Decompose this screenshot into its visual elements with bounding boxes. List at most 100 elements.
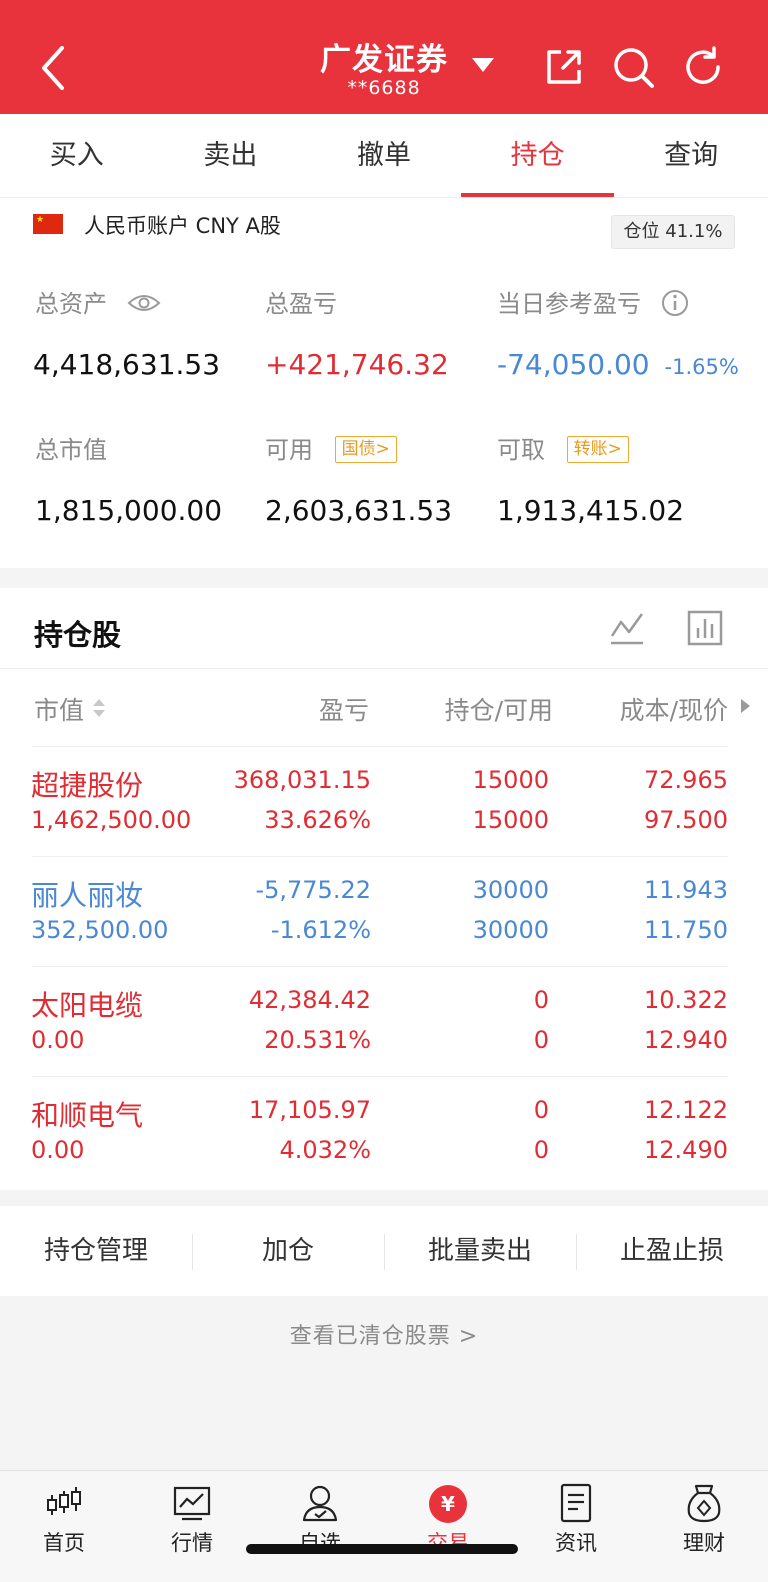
withdrawable-label-group: 可取 转账> [497,430,629,465]
china-flag-icon: ★ [33,214,63,234]
column-cost-price: 成本/现价 [619,696,728,725]
bar-chart-icon[interactable] [687,610,723,646]
stock-price: 97.500 [644,806,728,834]
yen-trade-icon: ¥ [429,1485,467,1523]
stock-name: 和顺电气 [31,1099,144,1132]
stock-market-value: 0.00 [31,1026,85,1054]
nav-watchlist[interactable]: 自选 [256,1471,384,1582]
search-icon[interactable] [610,44,656,90]
nav-news[interactable]: 资讯 [512,1471,640,1582]
total-pl-value: +421,746.32 [265,348,449,381]
treasury-bond-tag[interactable]: 国债> [334,435,397,463]
position-ratio-badge: 仓位 41.1% [611,215,735,249]
nav-label: 首页 [43,1531,85,1555]
info-icon[interactable] [661,289,689,317]
tab-query[interactable]: 查询 [614,114,768,197]
column-market-value[interactable]: 市值 [34,691,84,727]
nav-trade[interactable]: ¥ 交易 [384,1471,512,1582]
tab-positions[interactable]: 持仓 [460,114,615,197]
total-assets-value: 4,418,631.53 [33,348,221,381]
nav-label: 理财 [683,1531,725,1555]
watchlist-person-icon [302,1485,338,1522]
holdings-title: 持仓股 [34,618,122,652]
stock-name: 丽人丽妆 [31,879,144,912]
holding-actions-bar: 持仓管理 加仓 批量卖出 止盈止损 [0,1206,768,1296]
app-header: 广发证券 **6688 [0,0,768,114]
holding-row[interactable]: 超捷股份 1,462,500.00 368,031.15 33.626% 150… [0,746,768,856]
eye-icon[interactable] [127,292,161,314]
trade-tabs: 买入 卖出 撤单 持仓 查询 [0,114,768,198]
account-type: 人民币账户 CNY A股 [84,214,281,238]
stock-market-value: 352,500.00 [31,916,169,944]
stock-name: 太阳电缆 [31,989,144,1022]
column-pl: 盈亏 [318,696,369,725]
stock-cost: 12.122 [644,1096,728,1124]
nav-label: 行情 [171,1531,213,1555]
withdrawable-value: 1,913,415.02 [497,494,685,527]
stock-pl: 17,105.97 [248,1096,371,1124]
stock-available: 15000 [472,806,549,834]
share-icon[interactable] [541,44,587,90]
nav-market[interactable]: 行情 [128,1471,256,1582]
sort-icon[interactable] [92,697,106,719]
nav-wealth[interactable]: 理财 [640,1471,768,1582]
market-value-value: 1,815,000.00 [35,494,223,527]
account-summary: ★ 人民币账户 CNY A股 仓位 41.1% 总资产 4,418,631.53… [0,198,768,568]
manage-positions-button[interactable]: 持仓管理 [0,1206,192,1296]
column-hold-available: 持仓/可用 [444,696,553,725]
holding-row[interactable]: 太阳电缆 0.00 42,384.42 20.531% 0 0 10.322 1… [0,966,768,1076]
stock-available: 30000 [472,916,549,944]
stock-market-value: 0.00 [31,1136,85,1164]
daily-pl-value: -74,050.00 [497,348,650,381]
total-assets-label-group: 总资产 [35,284,161,319]
transfer-tag[interactable]: 转账> [566,435,629,463]
stock-available: 0 [533,1026,549,1054]
daily-pl-group: -74,050.00 -1.65% [497,348,739,381]
nav-label: 资讯 [555,1531,597,1555]
stock-hold: 0 [533,986,549,1014]
candlestick-icon [47,1487,81,1515]
batch-sell-button[interactable]: 批量卖出 [384,1206,576,1296]
stock-hold: 30000 [472,876,549,904]
stock-price: 11.750 [644,916,728,944]
home-indicator[interactable] [246,1544,518,1554]
tab-sell[interactable]: 卖出 [154,114,308,197]
stock-pl-percent: 20.531% [264,1026,371,1054]
dropdown-caret-icon [472,58,494,72]
add-position-button[interactable]: 加仓 [192,1206,384,1296]
market-value-label: 总市值 [35,436,107,464]
stock-hold: 0 [533,1096,549,1124]
tab-cancel-order[interactable]: 撤单 [307,114,461,197]
available-value: 2,603,631.53 [265,494,453,527]
daily-pl-label-group: 当日参考盈亏 [497,284,689,319]
stock-cost: 10.322 [644,986,728,1014]
market-chart-icon [173,1486,211,1521]
bottom-navigation: 首页 行情 自选 ¥ 交易 资讯 理财 [0,1470,768,1582]
holding-row[interactable]: 丽人丽妆 352,500.00 -5,775.22 -1.612% 30000 … [0,856,768,966]
available-label: 可用 [265,436,313,464]
money-bag-icon [687,1484,721,1523]
daily-pl-label: 当日参考盈亏 [497,290,641,318]
stock-pl-percent: 4.032% [279,1136,371,1164]
news-document-icon [560,1483,592,1523]
take-profit-stop-loss-button[interactable]: 止盈止损 [576,1206,768,1296]
broker-name: 广发证券 [320,42,448,78]
stock-name: 超捷股份 [31,769,144,802]
stock-cost: 11.943 [644,876,728,904]
nav-home[interactable]: 首页 [0,1471,128,1582]
holding-row[interactable]: 和顺电气 0.00 17,105.97 4.032% 0 0 12.122 12… [0,1076,768,1186]
stock-hold: 15000 [472,766,549,794]
holdings-panel: 持仓股 市值 盈亏 持仓/可用 成本/现价 超捷股份 1,462,500.00 … [0,588,768,1190]
refresh-icon[interactable] [680,44,726,90]
total-assets-label: 总资产 [35,290,107,318]
view-cleared-stocks-link[interactable]: 查看已清仓股票 > [0,1318,768,1350]
line-chart-icon[interactable] [609,610,645,646]
tab-buy[interactable]: 买入 [0,114,154,197]
stock-price: 12.940 [644,1026,728,1054]
scroll-right-arrow-icon[interactable] [741,699,750,713]
stock-pl: -5,775.22 [255,876,371,904]
stock-price: 12.490 [644,1136,728,1164]
stock-pl-percent: -1.612% [270,916,371,944]
withdrawable-label: 可取 [497,436,545,464]
total-pl-label: 总盈亏 [265,290,337,318]
